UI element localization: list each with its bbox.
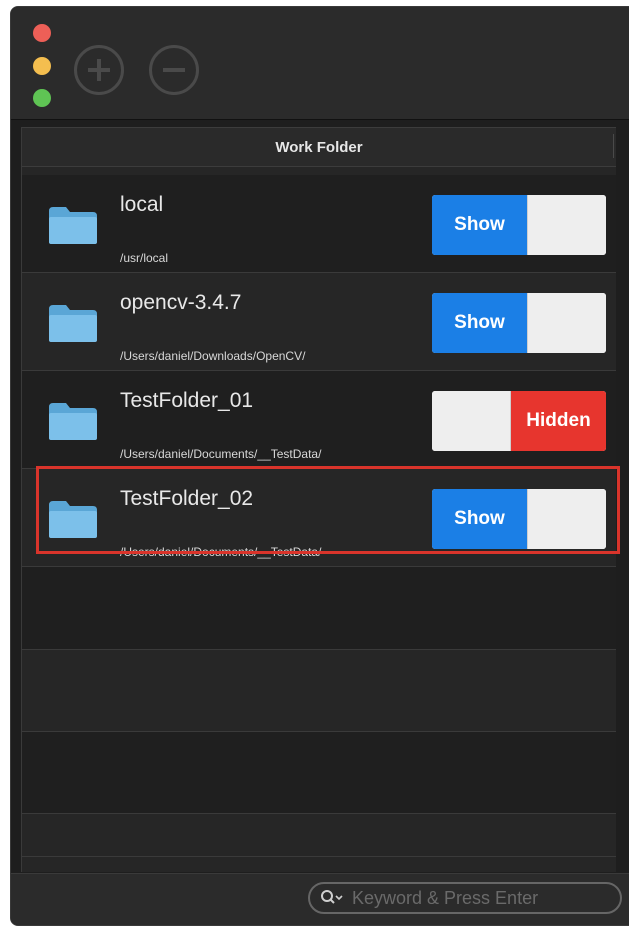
folder-name: TestFolder_01: [120, 389, 254, 412]
folder-icon: [49, 501, 97, 538]
toggle-knob: [527, 195, 606, 255]
table-row[interactable]: TestFolder_02 /Users/daniel/Documents/__…: [22, 469, 616, 567]
toggle-knob: [432, 391, 511, 451]
folder-path: /Users/daniel/Documents/__TestData/: [120, 447, 322, 461]
folder-table: Work Folder local /usr/local Show opencv…: [21, 127, 620, 872]
table-row[interactable]: local /usr/local Show: [22, 175, 616, 273]
visibility-toggle[interactable]: Hidden: [432, 391, 606, 451]
toggle-state-label: Hidden: [511, 391, 606, 451]
empty-row: [22, 650, 616, 732]
search-input[interactable]: [350, 886, 594, 910]
folder-icon: [49, 305, 97, 342]
empty-row: [22, 732, 616, 814]
add-folder-button[interactable]: [74, 45, 124, 95]
visibility-toggle[interactable]: Show: [432, 489, 606, 549]
column-separator: [613, 134, 614, 158]
app-window: Work Folder local /usr/local Show opencv…: [10, 6, 629, 926]
folder-name: TestFolder_02: [120, 487, 254, 510]
folder-name: opencv-3.4.7: [120, 291, 242, 314]
visibility-toggle[interactable]: Show: [432, 195, 606, 255]
remove-folder-button[interactable]: [149, 45, 199, 95]
visibility-toggle[interactable]: Show: [432, 293, 606, 353]
column-header-work-folder[interactable]: Work Folder: [22, 127, 616, 167]
table-row[interactable]: opencv-3.4.7 /Users/daniel/Downloads/Ope…: [22, 273, 616, 371]
minus-circle-icon: [163, 68, 185, 72]
toggle-knob: [527, 489, 606, 549]
toggle-state-label: Show: [432, 489, 527, 549]
table-row[interactable]: TestFolder_01 /Users/daniel/Documents/__…: [22, 371, 616, 469]
folder-name: local: [120, 193, 164, 216]
bottom-bar: [11, 873, 629, 925]
empty-row: [22, 814, 616, 857]
search-icon[interactable]: [320, 889, 344, 907]
toggle-knob: [527, 293, 606, 353]
search-field[interactable]: [308, 882, 622, 914]
column-header-label: Work Folder: [275, 138, 363, 156]
folder-path: /usr/local: [120, 251, 169, 265]
plus-circle-icon: [88, 59, 110, 81]
folder-path: /Users/daniel/Documents/__TestData/: [120, 545, 322, 559]
folder-icon: [49, 207, 97, 244]
toggle-state-label: Show: [432, 195, 527, 255]
folder-path: /Users/daniel/Downloads/OpenCV/: [120, 349, 306, 363]
minimize-window-button[interactable]: [33, 57, 51, 75]
zoom-window-button[interactable]: [33, 89, 51, 107]
folder-icon: [49, 403, 97, 440]
empty-row: [22, 567, 616, 650]
close-window-button[interactable]: [33, 24, 51, 42]
toolbar: [11, 7, 629, 120]
toggle-state-label: Show: [432, 293, 527, 353]
